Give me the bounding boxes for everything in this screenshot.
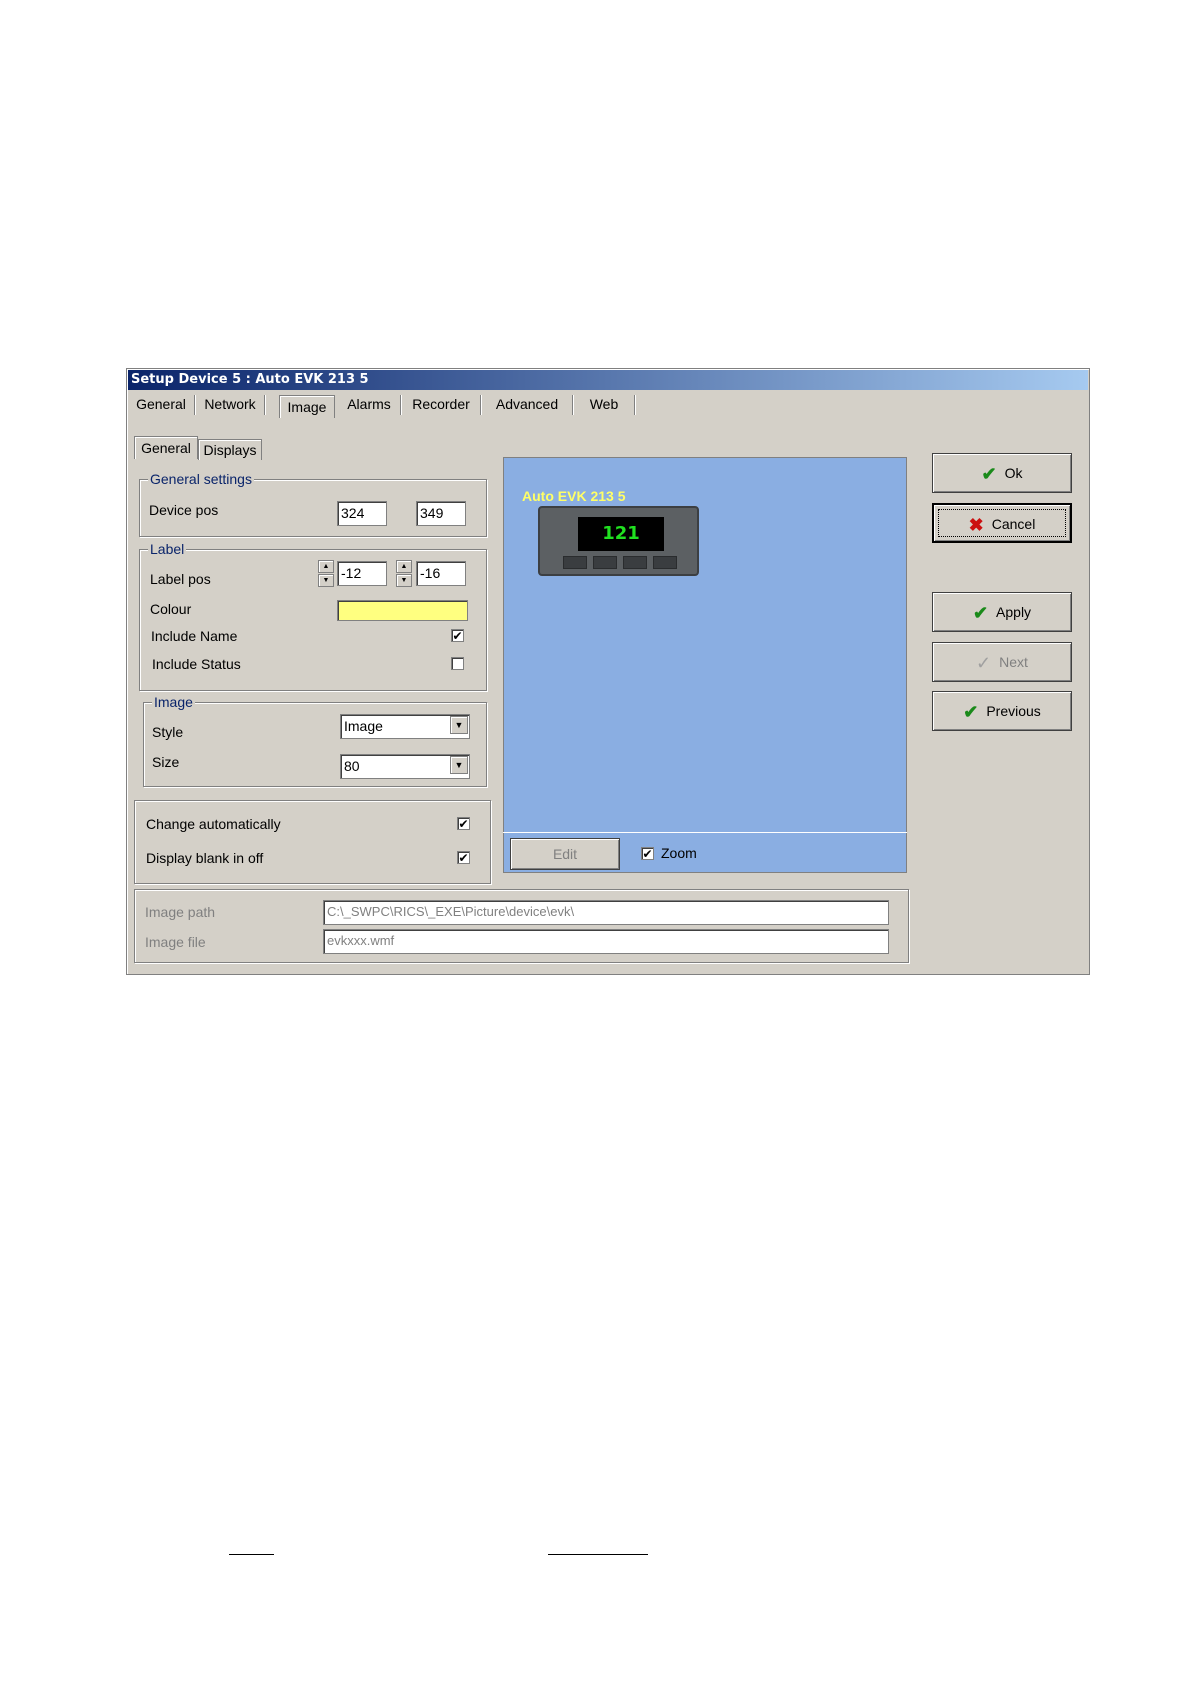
colour-swatch[interactable] <box>337 600 468 621</box>
device-pos-label: Device pos <box>149 502 219 518</box>
previous-button-label: Previous <box>986 703 1041 719</box>
include-name-label: Include Name <box>151 628 238 644</box>
device-key-3 <box>623 556 647 569</box>
chevron-down-icon[interactable]: ▼ <box>450 756 468 774</box>
zoom-label: Zoom <box>661 845 697 861</box>
general-settings-legend: General settings <box>148 470 254 488</box>
label-pos-y-spinner[interactable]: ▲ ▼ <box>396 560 412 588</box>
size-label: Size <box>152 754 180 770</box>
device-pos-y-input[interactable]: 349 <box>416 501 466 526</box>
display-blank-label: Display blank in off <box>146 850 264 866</box>
ok-button[interactable]: ✔ Ok <box>932 453 1072 493</box>
apply-button[interactable]: ✔ Apply <box>932 592 1072 632</box>
style-label: Style <box>152 724 184 740</box>
subtab-displays[interactable]: Displays <box>198 439 262 460</box>
checkmark-icon: ✔ <box>963 702 979 723</box>
spin-down-icon[interactable]: ▼ <box>396 574 412 587</box>
checkmark-icon: ✔ <box>981 464 997 485</box>
image-legend: Image <box>152 693 195 711</box>
device-key-1 <box>563 556 587 569</box>
subtab-general[interactable]: General <box>134 436 198 459</box>
tab-network[interactable]: Network <box>195 393 265 415</box>
display-blank-checkbox[interactable]: ✔ <box>457 851 470 864</box>
options-group <box>134 800 491 884</box>
device-key-4 <box>653 556 677 569</box>
label-legend: Label <box>148 540 187 558</box>
label-pos-x-input[interactable]: -12 <box>337 561 387 586</box>
image-path-label: Image path <box>145 904 216 920</box>
underline-mark <box>548 1554 648 1555</box>
label-pos-x-spinner[interactable]: ▲ ▼ <box>318 560 334 588</box>
checkmark-icon: ✓ <box>976 653 992 674</box>
spin-down-icon[interactable]: ▼ <box>318 574 334 587</box>
device-name-label: Auto EVK 213 5 <box>522 488 626 504</box>
image-path-input[interactable]: C:\_SWPC\RICS\_EXE\Picture\device\evk\ <box>323 900 889 925</box>
device-pos-x-input[interactable]: 324 <box>337 501 387 526</box>
cancel-button[interactable]: ✖ Cancel <box>932 503 1072 543</box>
image-file-label: Image file <box>145 934 206 950</box>
label-pos-y-input[interactable]: -16 <box>416 561 466 586</box>
dialog-title: Setup Device 5 : Auto EVK 213 5 <box>128 370 1088 390</box>
include-status-label: Include Status <box>152 656 241 672</box>
image-file-input[interactable]: evkxxx.wmf <box>323 929 889 954</box>
device-key-2 <box>593 556 617 569</box>
chevron-down-icon[interactable]: ▼ <box>450 716 468 734</box>
style-select-value: Image <box>344 718 383 734</box>
tab-advanced[interactable]: Advanced <box>481 393 573 415</box>
label-pos-label: Label pos <box>150 571 211 587</box>
previous-button[interactable]: ✔ Previous <box>932 691 1072 731</box>
tab-alarms[interactable]: Alarms <box>337 393 401 415</box>
tab-recorder[interactable]: Recorder <box>401 393 481 415</box>
device-display: 121 <box>578 517 664 551</box>
change-automatically-label: Change automatically <box>146 816 281 832</box>
style-select[interactable]: Image ▼ <box>340 714 470 739</box>
include-status-checkbox[interactable] <box>451 657 464 670</box>
tab-general[interactable]: General <box>127 393 195 415</box>
focus-rectangle <box>938 509 1066 537</box>
include-name-checkbox[interactable]: ✔ <box>451 629 464 642</box>
colour-label: Colour <box>150 601 192 617</box>
size-select[interactable]: 80 ▼ <box>340 754 470 779</box>
checkmark-icon: ✔ <box>972 603 989 624</box>
next-button[interactable]: ✓ Next <box>932 642 1072 682</box>
underline-mark <box>229 1554 274 1555</box>
spin-up-icon[interactable]: ▲ <box>396 560 412 573</box>
preview-divider <box>503 832 907 833</box>
ok-button-label: Ok <box>1004 465 1023 481</box>
edit-button[interactable]: Edit <box>510 838 620 870</box>
tab-image[interactable]: Image <box>279 395 335 418</box>
next-button-label: Next <box>999 654 1028 670</box>
device-image[interactable]: 121 <box>538 506 699 576</box>
change-automatically-checkbox[interactable]: ✔ <box>457 817 470 830</box>
apply-button-label: Apply <box>996 604 1032 620</box>
size-select-value: 80 <box>344 758 360 774</box>
spin-up-icon[interactable]: ▲ <box>318 560 334 573</box>
zoom-checkbox[interactable]: ✔ <box>641 847 654 860</box>
tab-web[interactable]: Web <box>573 393 635 415</box>
